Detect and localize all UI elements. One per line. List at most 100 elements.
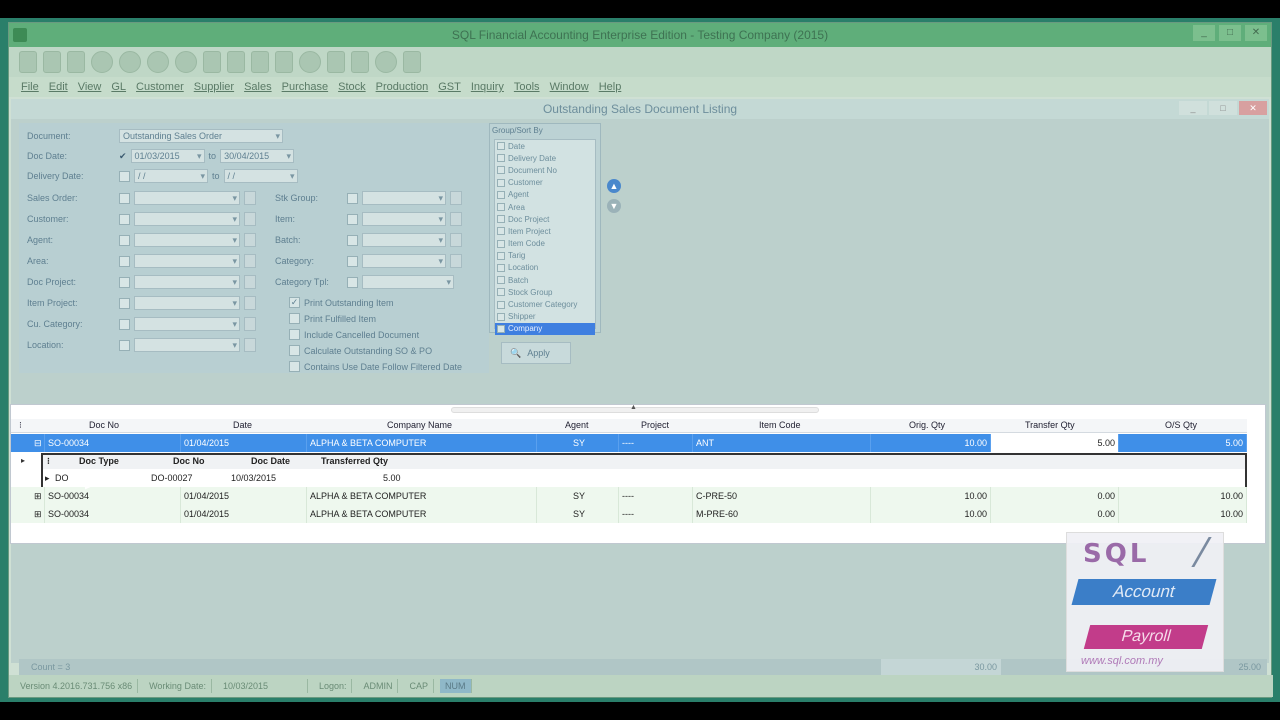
delete-icon[interactable] (251, 51, 269, 73)
edit-icon[interactable] (227, 51, 245, 73)
col-header-date[interactable]: Date (233, 420, 252, 430)
groupby-item[interactable]: Customer (495, 177, 595, 189)
col-header-company-name[interactable]: Company Name (387, 420, 452, 430)
sales-order-browse-button[interactable] (244, 191, 256, 205)
category-browse-button[interactable] (450, 254, 462, 268)
col-header-project[interactable]: Project (641, 420, 669, 430)
doc-project-browse-button[interactable] (244, 275, 256, 289)
doc-project-select[interactable] (134, 275, 240, 289)
table-row[interactable]: ⊞ SO-00034 01/04/2015 ALPHA & BETA COMPU… (11, 505, 1247, 523)
item-browse-button[interactable] (450, 212, 462, 226)
detail-col-doc-type[interactable]: Doc Type (79, 456, 119, 466)
menu-gst[interactable]: GST (438, 81, 461, 93)
groupby-item[interactable]: Agent (495, 189, 595, 201)
location-browse-button[interactable] (244, 338, 256, 352)
location-select[interactable] (134, 338, 240, 352)
menu-gl[interactable]: GL (111, 81, 126, 93)
table-row[interactable]: ⊟ SO-00034 01/04/2015 ALPHA & BETA COMPU… (11, 434, 1247, 452)
cu-category-browse-button[interactable] (244, 317, 256, 331)
groupby-item[interactable]: Document No (495, 164, 595, 176)
stk-group-checkbox[interactable] (347, 192, 358, 204)
detail-row[interactable]: ▸ DO DO-00027 10/03/2015 5.00 (43, 471, 403, 487)
save-icon[interactable] (275, 51, 293, 73)
area-select[interactable] (134, 254, 240, 268)
item-project-browse-button[interactable] (244, 296, 256, 310)
sales-order-checkbox[interactable] (119, 192, 130, 204)
table-row[interactable]: ⊞ SO-00034 01/04/2015 ALPHA & BETA COMPU… (11, 487, 1247, 505)
category-tpl-checkbox[interactable] (347, 276, 358, 288)
maximize-button[interactable]: □ (1219, 25, 1241, 41)
area-browse-button[interactable] (244, 254, 256, 268)
detail-col-doc-date[interactable]: Doc Date (251, 456, 290, 466)
item-project-select[interactable] (134, 296, 240, 310)
new-icon[interactable] (203, 51, 221, 73)
settings-icon[interactable] (403, 51, 421, 73)
area-checkbox[interactable] (119, 255, 130, 267)
option-checkbox-contains-use-date[interactable] (289, 361, 300, 372)
item-checkbox[interactable] (347, 213, 358, 225)
menu-production[interactable]: Production (376, 81, 429, 93)
deliverydate-checkbox[interactable] (119, 170, 130, 182)
category-checkbox[interactable] (347, 255, 358, 267)
groupby-item[interactable]: Area (495, 201, 595, 213)
item-select[interactable] (362, 212, 446, 226)
option-checkbox-include-cancelled[interactable] (289, 329, 300, 340)
agent-checkbox[interactable] (119, 234, 130, 246)
preview-icon[interactable] (375, 51, 397, 73)
deliverydate-to-input[interactable]: / / (223, 169, 298, 183)
groupby-item[interactable]: Item Code (495, 238, 595, 250)
customer-checkbox[interactable] (119, 213, 130, 225)
menu-tools[interactable]: Tools (514, 81, 540, 93)
groupby-item[interactable]: Doc Project (495, 213, 595, 225)
groupby-item[interactable]: Tarig (495, 250, 595, 262)
detail-row-indicator-icon[interactable]: ⁝ (47, 456, 50, 467)
option-checkbox-print-outstanding[interactable]: ✓ (289, 297, 300, 308)
groupby-item[interactable]: Stock Group (495, 286, 595, 298)
batch-select[interactable] (362, 233, 446, 247)
category-select[interactable] (362, 254, 446, 268)
cancel-icon[interactable] (299, 51, 321, 73)
item-project-checkbox[interactable] (119, 297, 130, 309)
stk-group-select[interactable] (362, 191, 446, 205)
cu-category-select[interactable] (134, 317, 240, 331)
agent-browse-button[interactable] (244, 233, 256, 247)
col-header-orig-qty[interactable]: Orig. Qty (909, 420, 945, 430)
row-expand-icon[interactable]: ⊟ (31, 434, 45, 452)
detail-col-doc-no[interactable]: Doc No (173, 456, 205, 466)
menu-edit[interactable]: Edit (49, 81, 68, 93)
detail-col-transferred-qty[interactable]: Transferred Qty (321, 456, 388, 466)
docdate-from-input[interactable]: 01/03/2015 (130, 149, 205, 163)
move-down-icon[interactable]: ▼ (607, 199, 621, 213)
menu-stock[interactable]: Stock (338, 81, 366, 93)
refresh-icon[interactable] (91, 51, 113, 73)
menu-file[interactable]: File (21, 81, 39, 93)
menu-inquiry[interactable]: Inquiry (471, 81, 504, 93)
filter-icon[interactable] (327, 51, 345, 73)
close-button[interactable]: ✕ (1245, 25, 1267, 41)
groupby-item-selected[interactable]: Company (495, 322, 595, 335)
menu-purchase[interactable]: Purchase (282, 81, 328, 93)
search-icon[interactable] (147, 51, 169, 73)
groupby-item[interactable]: Delivery Date (495, 152, 595, 164)
deliverydate-from-input[interactable]: / / (134, 169, 208, 183)
col-header-doc-no[interactable]: Doc No (89, 420, 119, 430)
menu-help[interactable]: Help (599, 81, 622, 93)
menu-customer[interactable]: Customer (136, 81, 184, 93)
col-header-os-qty[interactable]: O/S Qty (1165, 420, 1197, 430)
option-checkbox-calculate-outstanding[interactable] (289, 345, 300, 356)
cu-category-checkbox[interactable] (119, 318, 130, 330)
row-expand-icon[interactable]: ⊞ (31, 505, 45, 523)
batch-browse-button[interactable] (450, 233, 462, 247)
home-icon[interactable] (119, 51, 141, 73)
menu-view[interactable]: View (78, 81, 102, 93)
docdate-to-input[interactable]: 30/04/2015 (220, 149, 295, 163)
option-checkbox-print-fulfilled[interactable] (289, 313, 300, 324)
agent-select[interactable] (134, 233, 240, 247)
col-header-transfer-qty[interactable]: Transfer Qty (1025, 420, 1075, 430)
print-icon[interactable] (175, 51, 197, 73)
docdate-check-icon[interactable]: ✔ (119, 151, 127, 162)
groupby-item[interactable]: Date (495, 140, 595, 152)
apply-button[interactable]: 🔍 Apply (501, 342, 571, 364)
minimize-button[interactable]: _ (1193, 25, 1215, 41)
forward-icon[interactable] (43, 51, 61, 73)
